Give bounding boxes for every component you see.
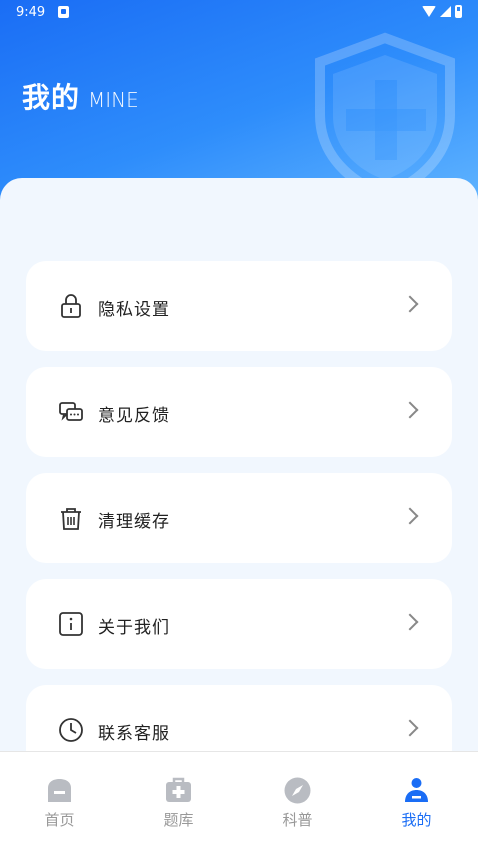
tab-science[interactable]: 科普 [238,752,357,850]
page-title-sub: MINE [88,88,139,112]
menu-item-privacy[interactable]: 隐私设置 [26,261,452,351]
tab-question-bank[interactable]: 题库 [119,752,238,850]
page-title: 我的 MINE [22,76,139,116]
home-icon [48,779,71,802]
compass-icon [284,777,311,804]
lock-icon [61,294,81,318]
menu-item-about[interactable]: 关于我们 [26,579,452,669]
chevron-right-icon [401,719,419,737]
menu-item-feedback[interactable]: 意见反馈 [26,367,452,457]
trash-icon [61,508,81,530]
medical-kit-icon [166,777,191,802]
status-time: 9:49 [16,5,46,20]
menu-item-clear-cache[interactable]: 清理缓存 [26,473,452,563]
menu-item-label: 隐私设置 [98,300,170,320]
tab-label: 题库 [163,811,194,829]
menu-item-label: 清理缓存 [98,512,170,532]
tab-home[interactable]: 首页 [0,752,119,850]
menu-item-label: 意见反馈 [98,406,170,426]
tab-label: 首页 [44,811,75,829]
signal-icon [440,6,451,17]
tab-mine[interactable]: 我的 [357,752,476,850]
chevron-right-icon [401,295,419,313]
battery-icon [455,5,462,18]
menu-item-label: 联系客服 [98,724,170,744]
menu-item-label: 关于我们 [98,618,170,638]
chevron-right-icon [401,507,419,525]
chevron-right-icon [401,613,419,631]
clock-icon [59,718,83,742]
notification-icon [58,6,69,18]
user-icon [405,778,428,802]
chevron-right-icon [401,401,419,419]
tab-label: 科普 [282,811,313,829]
shield-icon [315,32,455,200]
chat-icon [59,402,83,421]
header: 9:49 我的 MINE [0,0,478,200]
info-icon [59,612,83,636]
menu-container: 隐私设置 意见反馈 清理缓存 关于我们 联系客服 [0,178,478,775]
status-bar: 9:49 [0,0,478,26]
tab-label: 我的 [401,811,432,829]
wifi-icon [422,6,436,17]
page-title-main: 我的 [22,81,81,114]
bottom-tab-bar: 首页 题库 科普 我的 [0,752,478,850]
